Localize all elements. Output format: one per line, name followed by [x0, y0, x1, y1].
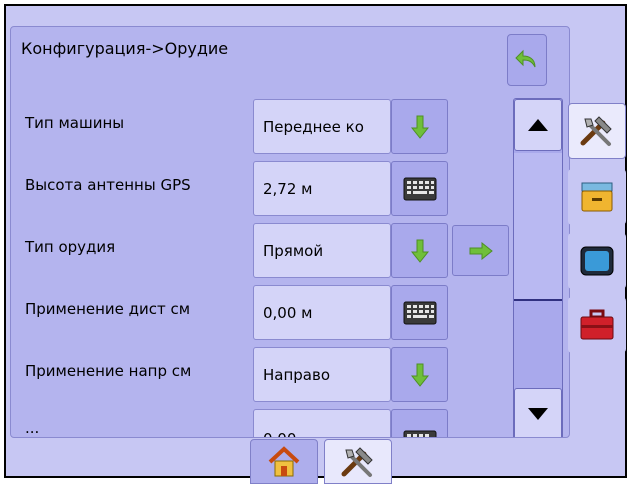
antenna-height-keyboard-button[interactable]: [391, 161, 448, 216]
display-icon: [580, 246, 614, 276]
implement-type-field[interactable]: Прямой: [253, 223, 391, 278]
configuration-panel: Конфигурация->Орудие Тип машины Переднее…: [10, 26, 570, 438]
triangle-down-icon: [528, 408, 548, 420]
keyboard-icon: [403, 301, 436, 324]
application-direction-field[interactable]: Направо: [253, 347, 391, 402]
home-icon: [268, 445, 300, 476]
application-offset-field[interactable]: 0,00 м: [253, 285, 391, 340]
sidebar-cabinet-button[interactable]: [568, 169, 626, 225]
app-frame: Конфигурация->Орудие Тип машины Переднее…: [4, 4, 627, 484]
sidebar-tools-button[interactable]: [568, 103, 626, 159]
implement-type-dropdown-button[interactable]: [391, 223, 448, 278]
antenna-height-field[interactable]: 2,72 м: [253, 161, 391, 216]
scrollbar[interactable]: [513, 98, 563, 437]
row-label-application-direction: Применение напр см: [25, 362, 192, 380]
machine-type-field[interactable]: Переднее ко: [253, 99, 391, 154]
back-button[interactable]: [507, 34, 547, 86]
application-direction-dropdown-button[interactable]: [391, 347, 448, 402]
row-label-antenna-height: Высота антенны GPS: [25, 176, 191, 194]
implement-type-next-button[interactable]: [452, 225, 509, 276]
partial-field[interactable]: 0,00: [253, 409, 391, 437]
application-offset-keyboard-button[interactable]: [391, 285, 448, 340]
arrow-down-icon: [410, 239, 429, 263]
page-title: Конфигурация->Орудие: [21, 39, 229, 58]
scroll-thumb[interactable]: [514, 153, 562, 301]
keyboard-icon: [403, 177, 436, 200]
arrow-down-icon: [410, 115, 429, 139]
sidebar-display-button[interactable]: [568, 233, 626, 289]
back-arrow-icon: [515, 49, 536, 68]
bottom-tab-tools[interactable]: [324, 439, 392, 484]
cabinet-icon: [581, 182, 613, 212]
arrow-down-icon: [410, 363, 429, 387]
tools-icon: [580, 116, 612, 146]
keyboard-icon: [403, 430, 436, 437]
scroll-up-button[interactable]: [514, 99, 562, 151]
row-label-implement-type: Тип орудия: [25, 238, 116, 256]
tools-icon: [341, 446, 373, 477]
partial-keyboard-button[interactable]: [391, 409, 448, 437]
machine-type-dropdown-button[interactable]: [391, 99, 448, 154]
bottom-tab-home[interactable]: [250, 439, 318, 484]
row-label-partial: ...: [25, 419, 40, 437]
sidebar-toolbox-button[interactable]: [568, 297, 626, 353]
toolbox-icon: [580, 309, 614, 340]
arrow-right-icon: [469, 241, 493, 260]
scroll-down-button[interactable]: [514, 388, 562, 437]
triangle-up-icon: [528, 119, 548, 131]
row-label-application-offset: Применение дист см: [25, 300, 191, 318]
row-label-machine-type: Тип машины: [25, 114, 125, 132]
